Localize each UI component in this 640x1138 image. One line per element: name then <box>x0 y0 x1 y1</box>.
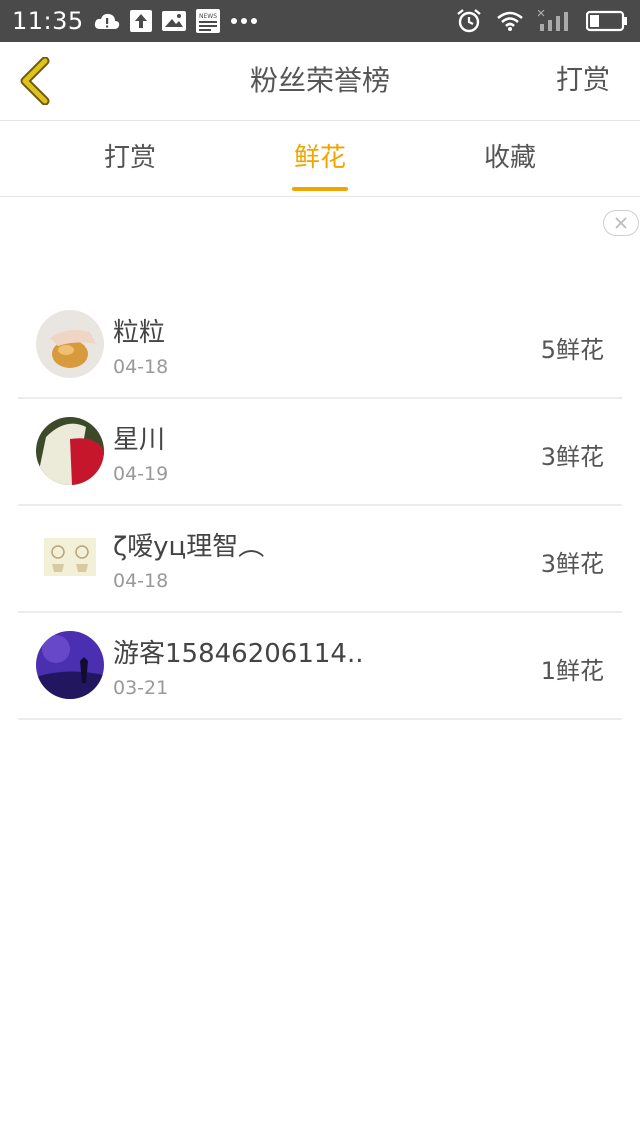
user-name: 粒粒 <box>113 318 166 348</box>
battery-icon <box>586 10 628 32</box>
wifi-icon <box>496 10 524 32</box>
news-icon-label: NEWS <box>199 13 217 20</box>
flower-count: 3鲜花 <box>540 443 604 471</box>
list-item[interactable]: 游客15846206114.. 03-21 1鲜花 <box>18 613 622 720</box>
flower-count: 5鲜花 <box>540 336 604 364</box>
record-date: 04-18 <box>113 570 169 592</box>
tab-bar: 打赏 鲜花 收藏 <box>0 121 640 197</box>
record-date: 04-19 <box>113 463 169 485</box>
tab-favorites[interactable]: 收藏 <box>455 121 565 196</box>
status-bar-right <box>456 8 628 34</box>
tab-flowers[interactable]: 鲜花 <box>265 121 375 196</box>
flower-count: 3鲜花 <box>540 550 604 578</box>
news-icon: NEWS <box>195 9 220 33</box>
fan-list: 粒粒 04-18 5鲜花 星川 04-19 3鲜花 ζ嗳уц理智︵ 04-18 … <box>18 292 622 720</box>
list-item[interactable]: ζ嗳уц理智︵ 04-18 3鲜花 <box>18 506 622 613</box>
record-date: 03-21 <box>113 677 169 699</box>
tab-reward[interactable]: 打赏 <box>75 121 185 196</box>
record-date: 04-18 <box>113 356 169 378</box>
signal-icon <box>538 10 572 32</box>
more-dots-icon <box>230 17 258 25</box>
user-name: 游客15846206114.. <box>113 639 364 669</box>
upload-icon <box>129 10 152 32</box>
avatar <box>36 631 104 699</box>
image-icon <box>161 11 186 31</box>
alarm-icon <box>456 8 482 34</box>
status-time: 11:35 <box>12 7 84 35</box>
avatar <box>36 310 104 378</box>
avatar <box>36 417 104 485</box>
reward-button[interactable]: 打赏 <box>556 42 610 120</box>
active-tab-indicator <box>292 187 348 191</box>
status-bar: 11:35 NEWS <box>0 0 640 42</box>
app-header: 粉丝荣誉榜 打赏 <box>0 42 640 121</box>
close-icon <box>615 217 627 229</box>
list-item[interactable]: 粒粒 04-18 5鲜花 <box>18 292 622 399</box>
status-bar-left: 11:35 NEWS <box>12 7 258 35</box>
page-title: 粉丝荣誉榜 <box>249 64 390 97</box>
cloud-alert-icon <box>94 11 120 31</box>
avatar <box>36 524 104 592</box>
flower-count: 1鲜花 <box>540 657 604 685</box>
ad-close-button[interactable] <box>603 210 639 236</box>
user-name: 星川 <box>113 425 166 455</box>
list-item[interactable]: 星川 04-19 3鲜花 <box>18 399 622 506</box>
user-name: ζ嗳уц理智︵ <box>113 532 265 562</box>
